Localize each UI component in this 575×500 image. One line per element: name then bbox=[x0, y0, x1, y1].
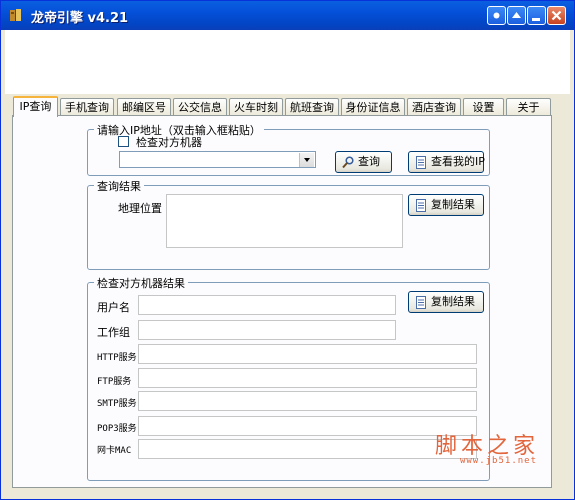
remote-result-legend: 检查对方机器结果 bbox=[94, 275, 188, 291]
tab-id-card-info[interactable]: 身份证信息 bbox=[341, 98, 405, 116]
app-icon bbox=[10, 9, 21, 21]
tab-flight-query[interactable]: 航班查询 bbox=[285, 98, 339, 116]
copy-remote-result-button[interactable]: 复制结果 bbox=[408, 291, 484, 313]
tab-ip-query[interactable]: IP查询 bbox=[13, 96, 58, 117]
http-service-label: HTTP服务 bbox=[97, 353, 137, 363]
tab-about[interactable]: 关于 bbox=[506, 98, 551, 116]
copy-query-result-label: 复制结果 bbox=[431, 198, 475, 211]
triangle-up-icon bbox=[512, 12, 521, 18]
document-icon bbox=[416, 156, 426, 169]
tab-phone-query[interactable]: 手机查询 bbox=[60, 98, 114, 116]
tab-bus-info[interactable]: 公交信息 bbox=[173, 98, 227, 116]
remote-result-group: 检查对方机器结果 复制结果 用户名 工作组 HTTP服务 FTP服务 SMTP服… bbox=[87, 275, 490, 481]
query-result-group: 查询结果 地理位置 复制结果 bbox=[87, 178, 490, 270]
copy-document-icon bbox=[416, 199, 426, 212]
copy-remote-result-label: 复制结果 bbox=[431, 295, 475, 308]
window-title: 龙帝引擎 v4.21 bbox=[31, 11, 129, 26]
tab-hotel-query[interactable]: 酒店查询 bbox=[407, 98, 461, 116]
query-button-label: 查询 bbox=[358, 155, 380, 168]
mac-address-field[interactable] bbox=[138, 439, 477, 459]
close-button[interactable] bbox=[547, 6, 566, 25]
location-label: 地理位置 bbox=[118, 202, 162, 215]
tab-postcode[interactable]: 邮编区号 bbox=[117, 98, 171, 116]
minimize-button[interactable] bbox=[527, 6, 546, 25]
http-service-field[interactable] bbox=[138, 344, 477, 364]
query-button[interactable]: 查询 bbox=[335, 151, 392, 173]
roll-up-button[interactable] bbox=[507, 6, 526, 25]
check-remote-checkbox[interactable] bbox=[118, 136, 129, 147]
title-bar[interactable]: 龙帝引擎 v4.21 bbox=[1, 1, 574, 30]
location-output[interactable] bbox=[166, 194, 403, 248]
ftp-service-label: FTP服务 bbox=[97, 377, 132, 387]
workgroup-field[interactable] bbox=[138, 320, 396, 340]
watermark-url: www.jb51.net bbox=[459, 456, 537, 466]
copy-query-result-button[interactable]: 复制结果 bbox=[408, 194, 484, 216]
search-icon bbox=[342, 156, 354, 169]
pop3-service-field[interactable] bbox=[138, 416, 477, 436]
ftp-service-field[interactable] bbox=[138, 368, 477, 388]
close-icon bbox=[551, 10, 562, 21]
copy-document-icon bbox=[416, 296, 426, 309]
tab-train-schedule[interactable]: 火车时刻 bbox=[229, 98, 283, 116]
ip-input-group: 请输入IP地址（双击输入框粘贴） 检查对方机器 查询 查看我的IP bbox=[87, 122, 490, 176]
chevron-down-icon bbox=[304, 158, 310, 162]
check-remote-label: 检查对方机器 bbox=[136, 136, 202, 149]
pop3-service-label: POP3服务 bbox=[97, 424, 137, 434]
workgroup-label: 工作组 bbox=[97, 326, 130, 339]
dropdown-arrow[interactable] bbox=[299, 153, 314, 167]
view-my-ip-button[interactable]: 查看我的IP bbox=[408, 151, 485, 173]
query-result-legend: 查询结果 bbox=[94, 178, 144, 194]
smtp-service-label: SMTP服务 bbox=[97, 399, 137, 409]
minimize-icon bbox=[532, 18, 540, 21]
restore-down-icon bbox=[493, 12, 500, 19]
view-my-ip-label: 查看我的IP bbox=[431, 155, 485, 168]
ip-address-input[interactable] bbox=[119, 151, 316, 168]
tab-settings[interactable]: 设置 bbox=[463, 98, 504, 116]
mac-address-label: 网卡MAC bbox=[97, 446, 132, 456]
username-label: 用户名 bbox=[97, 301, 130, 314]
banner-area bbox=[5, 30, 570, 94]
restore-down-button[interactable] bbox=[487, 6, 506, 25]
smtp-service-field[interactable] bbox=[138, 391, 477, 411]
username-field[interactable] bbox=[138, 295, 396, 315]
